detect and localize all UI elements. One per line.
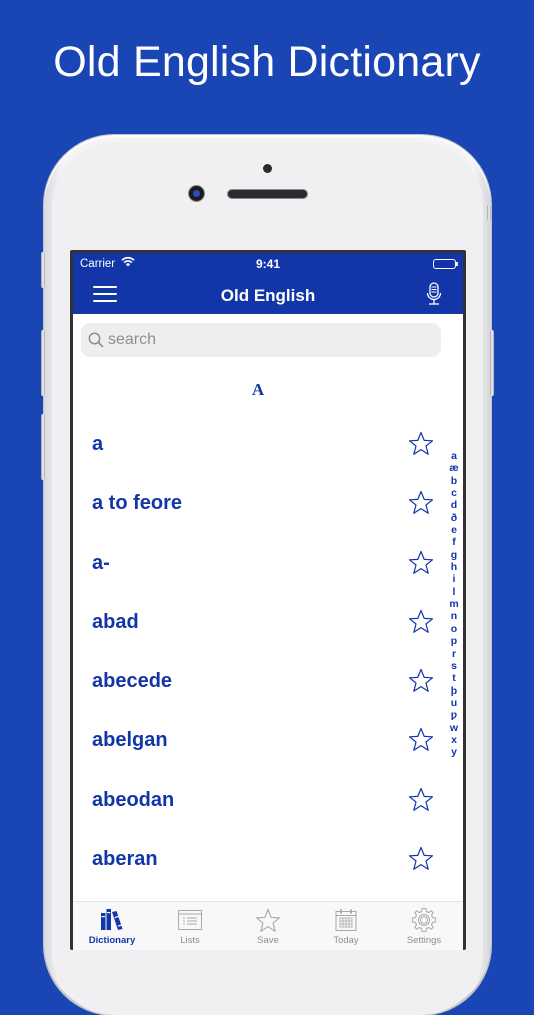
tab-label: Settings <box>406 935 442 946</box>
word-label: aberan <box>92 848 158 871</box>
section-header: A <box>251 380 265 399</box>
tab-label: Dictionary <box>88 935 136 946</box>
status-time: 9:41 <box>255 257 281 271</box>
tab-settings[interactable]: Settings <box>385 902 463 950</box>
index-letter[interactable]: þ <box>451 685 457 697</box>
list-item[interactable]: a to feore <box>73 472 443 531</box>
index-letter[interactable]: ð <box>451 512 457 524</box>
list-item[interactable]: abecede <box>73 650 443 709</box>
word-label: a to feore <box>92 492 183 515</box>
index-letter[interactable]: s <box>451 660 457 672</box>
word-label: abad <box>92 610 139 633</box>
index-letter[interactable]: f <box>452 536 456 548</box>
search-icon <box>88 332 104 353</box>
gear-icon <box>411 907 437 933</box>
nav-title: Old English <box>220 286 316 305</box>
phone-volume-down-button <box>41 414 45 480</box>
index-letter[interactable]: t <box>452 672 456 684</box>
tab-label: Lists <box>180 935 200 946</box>
tab-dictionary[interactable]: Dictionary <box>73 902 151 950</box>
index-letter[interactable]: m <box>449 598 458 610</box>
calendar-icon <box>334 907 358 933</box>
word-label: abeodan <box>92 788 175 811</box>
list-item[interactable]: abelgan <box>73 709 443 768</box>
earpiece-speaker <box>228 190 307 198</box>
word-list: a a to feore a- abad abecede abelgan abe… <box>73 413 443 887</box>
word-label: abecede <box>92 670 173 693</box>
phone-power-button <box>490 330 494 396</box>
index-letter[interactable]: h <box>451 561 457 573</box>
phone-volume-up-button <box>41 330 45 396</box>
index-letter[interactable]: e <box>451 524 457 536</box>
star-outline-icon <box>255 907 281 933</box>
list-item[interactable]: abad <box>73 591 443 650</box>
list-icon <box>177 907 203 933</box>
tab-label: Today <box>333 935 359 946</box>
word-label: abelgan <box>92 729 168 752</box>
index-letter[interactable]: r <box>452 648 456 660</box>
index-letter[interactable]: b <box>451 475 457 487</box>
tab-save[interactable]: Save <box>229 902 307 950</box>
index-letter[interactable]: ƿ <box>451 709 457 721</box>
index-letter[interactable]: c <box>451 487 457 499</box>
index-letter[interactable]: g <box>451 549 457 561</box>
search-input[interactable] <box>108 323 428 357</box>
list-item[interactable]: a- <box>73 532 443 591</box>
word-label: a- <box>92 551 110 574</box>
status-bar: Carrier 9:41 <box>73 253 463 275</box>
books-icon <box>99 907 125 933</box>
star-icon[interactable] <box>408 727 434 757</box>
proximity-sensor <box>263 164 272 173</box>
word-label: a <box>92 433 104 455</box>
star-icon[interactable] <box>408 668 434 698</box>
index-letter[interactable]: p <box>451 635 457 647</box>
tab-lists[interactable]: Lists <box>151 902 229 950</box>
phone-silent-switch <box>41 252 45 288</box>
index-letter[interactable]: w <box>450 722 458 734</box>
index-letter[interactable]: i <box>453 573 456 585</box>
star-icon[interactable] <box>408 490 434 520</box>
promo-title: Old English Dictionary <box>53 38 481 86</box>
tab-bar: Dictionary Lists Save Today Settings <box>73 901 463 950</box>
tab-label: Save <box>257 935 279 946</box>
tab-today[interactable]: Today <box>307 902 385 950</box>
list-item[interactable]: abeodan <box>73 769 443 828</box>
star-icon[interactable] <box>408 550 434 580</box>
app-screen: Carrier 9:41 Old English search A a a to… <box>73 253 463 950</box>
star-icon[interactable] <box>408 846 434 876</box>
search-bar[interactable] <box>81 323 441 357</box>
index-letter[interactable]: x <box>451 734 457 746</box>
index-letter[interactable]: o <box>451 623 457 635</box>
star-icon[interactable] <box>408 609 434 639</box>
list-item[interactable]: a <box>73 413 443 472</box>
microphone-icon[interactable] <box>426 282 442 311</box>
index-letter[interactable]: u <box>451 697 457 709</box>
index-letter[interactable]: a <box>451 450 457 462</box>
battery-icon <box>433 259 458 269</box>
index-letter[interactable]: æ <box>449 462 458 474</box>
star-icon[interactable] <box>408 431 434 461</box>
index-letter[interactable]: y <box>451 746 457 758</box>
front-camera <box>189 186 204 201</box>
phone-screen: Carrier 9:41 Old English search A a a to… <box>70 250 466 950</box>
index-letter[interactable]: n <box>451 610 457 622</box>
phone-top-edge <box>487 205 491 221</box>
star-icon[interactable] <box>408 787 434 817</box>
navigation-bar: Carrier 9:41 Old English <box>73 253 463 314</box>
index-letter[interactable]: d <box>451 499 457 511</box>
alphabet-index[interactable]: aæbcdðefghilmnoprstþuƿwxy <box>446 450 462 759</box>
list-item[interactable]: aberan <box>73 828 443 887</box>
index-letter[interactable]: l <box>453 586 456 598</box>
